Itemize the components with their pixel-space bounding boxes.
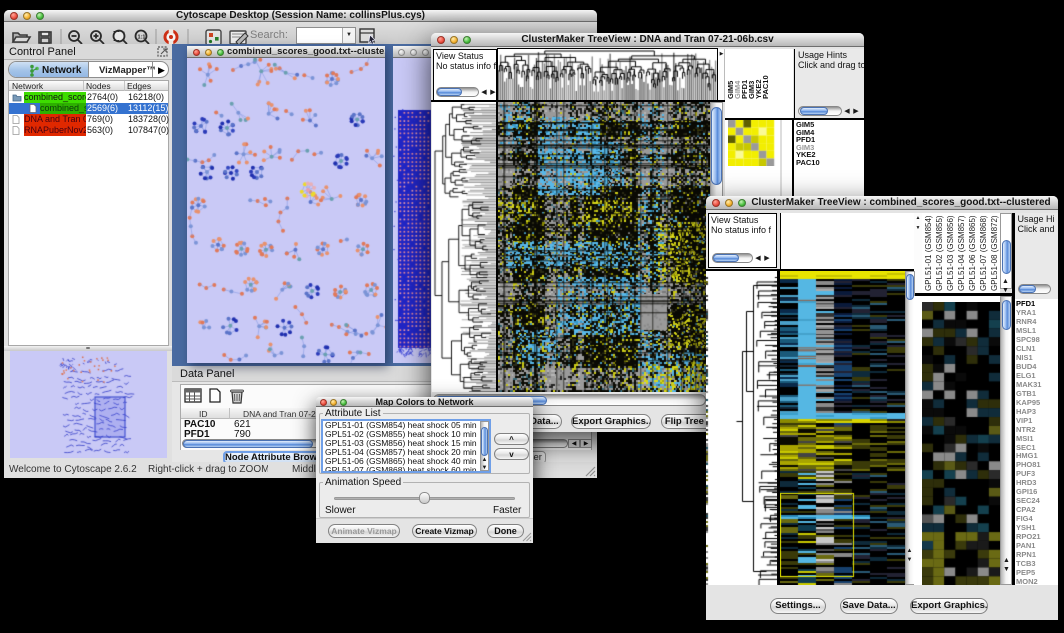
- svg-text:1:1: 1:1: [138, 35, 146, 41]
